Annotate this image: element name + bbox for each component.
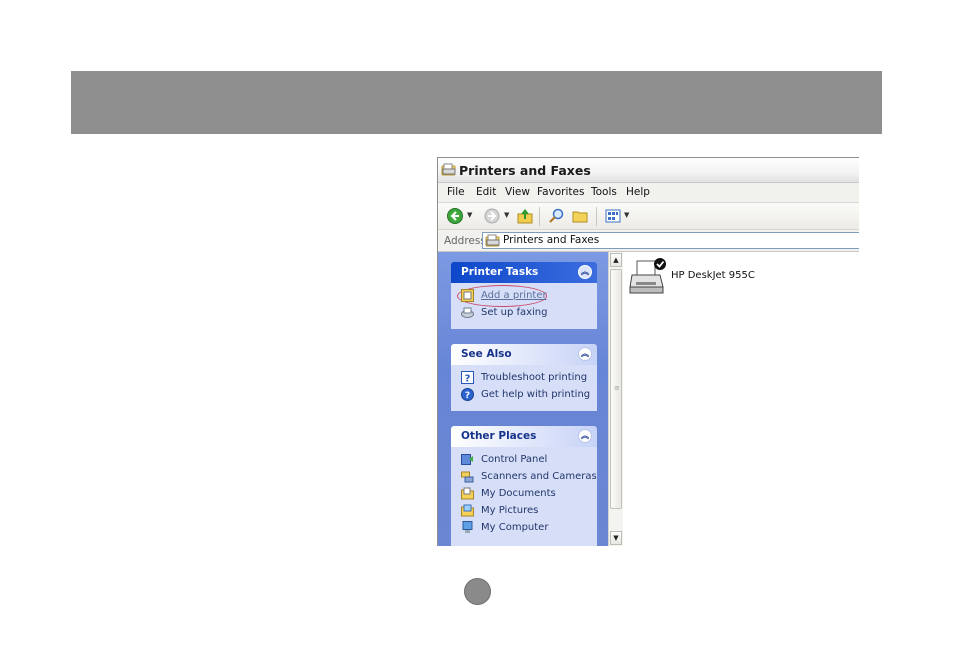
views-dropdown-icon[interactable]: ▼ [624, 211, 629, 219]
printer-tasks-header[interactable]: Printer Tasks ︽ [451, 262, 597, 283]
other-places-title: Other Places [461, 430, 537, 442]
address-value: Printers and Faxes [503, 234, 600, 246]
fax-icon [461, 307, 474, 318]
title-bar: Printers and Faxes [438, 158, 859, 183]
control-panel-icon [461, 454, 473, 465]
scroll-down-icon[interactable]: ▼ [610, 531, 622, 545]
see-also-title: See Also [461, 348, 512, 360]
printer-list: HP DeskJet 955C [623, 252, 859, 546]
collapse-chevron-icon[interactable]: ︽ [578, 347, 592, 361]
get-help-printing-link[interactable]: ? Get help with printing [451, 388, 597, 405]
printer-tasks-panel: Printer Tasks ︽ Add a printer Set up fax… [451, 262, 597, 329]
folder-up-icon[interactable] [516, 207, 534, 225]
page-header-bar [71, 71, 882, 134]
search-icon[interactable] [548, 207, 566, 225]
add-printer-label: Add a printer [481, 290, 547, 301]
address-label: Address [444, 235, 486, 247]
control-panel-label: Control Panel [481, 454, 548, 465]
scroll-up-icon[interactable]: ▲ [610, 253, 622, 267]
menu-bar: File Edit View Favorites Tools Help [438, 183, 859, 203]
other-places-body: Control Panel Scanners and Cameras My Do… [451, 447, 597, 546]
my-computer-label: My Computer [481, 522, 549, 533]
back-icon[interactable] [446, 207, 464, 225]
troubleshoot-printing-label: Troubleshoot printing [481, 372, 588, 383]
my-computer-icon [462, 521, 473, 533]
menu-favorites[interactable]: Favorites [537, 186, 584, 198]
my-pictures-icon [461, 504, 474, 517]
my-documents-link[interactable]: My Documents [451, 487, 597, 504]
add-printer-icon [461, 289, 474, 302]
my-documents-label: My Documents [481, 488, 556, 499]
set-up-faxing-link[interactable]: Set up faxing [451, 306, 597, 323]
my-pictures-link[interactable]: My Pictures [451, 504, 597, 521]
menu-tools[interactable]: Tools [591, 186, 617, 198]
collapse-chevron-icon[interactable]: ︽ [578, 265, 592, 279]
set-up-faxing-label: Set up faxing [481, 307, 548, 318]
scanners-cameras-link[interactable]: Scanners and Cameras [451, 470, 597, 487]
toolbar-separator [539, 207, 540, 226]
toolbar: ▼ ▼ ▼ [438, 203, 859, 230]
menu-edit[interactable]: Edit [476, 186, 496, 198]
scroll-thumb[interactable]: ≡ [610, 269, 622, 509]
help-question-icon: ? [461, 371, 474, 384]
address-bar: Address Printers and Faxes [438, 230, 859, 252]
printer-name: HP DeskJet 955C [671, 270, 755, 281]
printers-folder-icon [485, 234, 500, 247]
my-documents-icon [461, 487, 474, 500]
add-printer-link[interactable]: Add a printer [451, 289, 597, 306]
control-panel-link[interactable]: Control Panel [451, 453, 597, 470]
my-pictures-label: My Pictures [481, 505, 539, 516]
forward-icon[interactable] [483, 207, 501, 225]
printers-folder-icon [441, 163, 456, 176]
scanner-camera-icon [461, 471, 474, 483]
task-pane: Printer Tasks ︽ Add a printer Set up fax… [438, 252, 608, 546]
collapse-chevron-icon[interactable]: ︽ [578, 429, 592, 443]
menu-file[interactable]: File [447, 186, 465, 198]
forward-dropdown-icon[interactable]: ▼ [504, 211, 509, 219]
my-computer-link[interactable]: My Computer [451, 521, 597, 538]
svg-text:?: ? [465, 374, 471, 385]
task-pane-scrollbar[interactable]: ▲ ≡ ▼ [608, 252, 623, 546]
see-also-panel: See Also ︽ ? Troubleshoot printing ? Get… [451, 344, 597, 411]
window-title: Printers and Faxes [459, 163, 591, 178]
printer-icon[interactable] [628, 257, 668, 297]
back-dropdown-icon[interactable]: ▼ [467, 211, 472, 219]
toolbar-separator [596, 207, 597, 226]
help-circle-icon: ? [461, 388, 474, 401]
page-number-dot [464, 578, 491, 605]
troubleshoot-printing-link[interactable]: ? Troubleshoot printing [451, 371, 597, 388]
get-help-printing-label: Get help with printing [481, 389, 591, 400]
scroll-grip-icon: ≡ [614, 384, 620, 392]
scanners-cameras-label: Scanners and Cameras [481, 471, 597, 482]
other-places-header[interactable]: Other Places ︽ [451, 426, 597, 447]
menu-view[interactable]: View [505, 186, 530, 198]
views-icon[interactable] [604, 207, 622, 225]
svg-text:?: ? [465, 391, 470, 401]
printers-and-faxes-window: Printers and Faxes File Edit View Favori… [437, 157, 859, 546]
menu-help[interactable]: Help [626, 186, 650, 198]
printer-tasks-title: Printer Tasks [461, 266, 539, 278]
see-also-header[interactable]: See Also ︽ [451, 344, 597, 365]
printer-tasks-body: Add a printer Set up faxing [451, 283, 597, 329]
see-also-body: ? Troubleshoot printing ? Get help with … [451, 365, 597, 411]
folders-icon[interactable] [571, 207, 589, 225]
address-field[interactable]: Printers and Faxes [482, 232, 859, 249]
other-places-panel: Other Places ︽ Control Panel Scanners an… [451, 426, 597, 546]
